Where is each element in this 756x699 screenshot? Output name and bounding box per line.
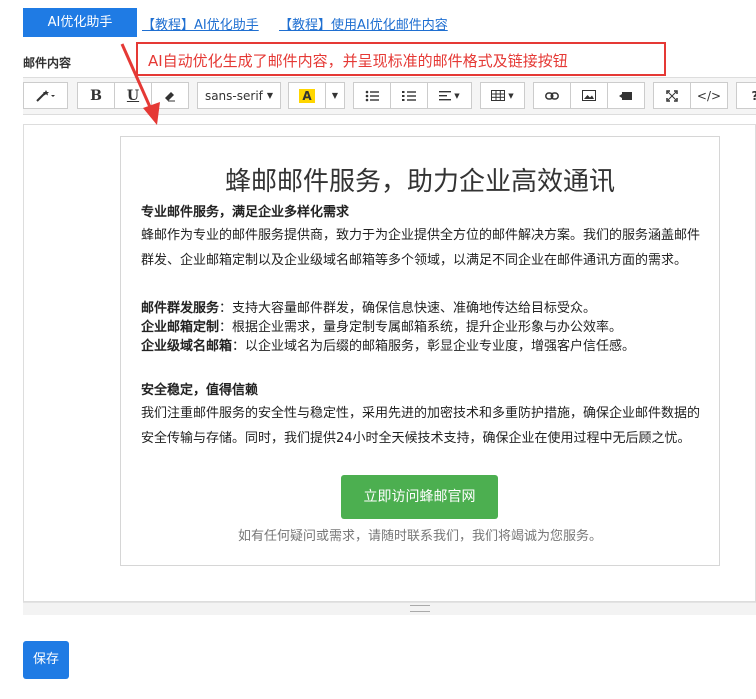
annotation-arrow-icon <box>120 43 160 125</box>
save-button[interactable]: 保存 <box>23 641 69 679</box>
